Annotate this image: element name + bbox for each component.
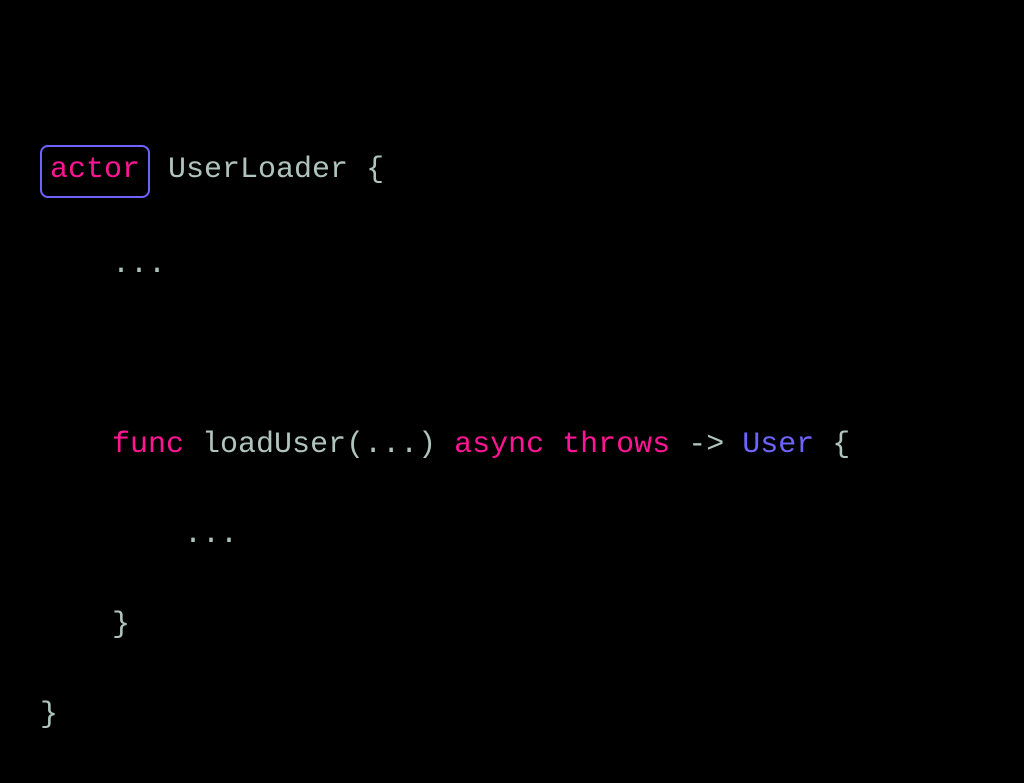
code-line-5: ... xyxy=(40,513,984,558)
keyword-async: async xyxy=(454,428,544,462)
indent xyxy=(40,243,112,288)
space xyxy=(814,428,832,462)
ellipsis: ... xyxy=(112,248,166,282)
brace-close: } xyxy=(40,698,58,732)
method-name: loadUser xyxy=(202,428,346,462)
paren-close: ) xyxy=(418,428,436,462)
space xyxy=(724,428,742,462)
indent xyxy=(40,423,112,468)
code-line-6: } xyxy=(40,603,984,648)
brace-close: } xyxy=(112,608,130,642)
paren-open: ( xyxy=(346,428,364,462)
code-line-1: actor UserLoader { xyxy=(40,145,984,198)
ellipsis: ... xyxy=(184,518,238,552)
space xyxy=(436,428,454,462)
code-block: actor UserLoader { ... func loadUser(...… xyxy=(40,100,984,783)
indent xyxy=(40,513,184,558)
code-line-3-blank xyxy=(40,333,984,378)
brace-open: { xyxy=(832,428,850,462)
brace-open: { xyxy=(366,153,384,187)
code-line-2: ... xyxy=(40,243,984,288)
space xyxy=(184,428,202,462)
params-ellipsis: ... xyxy=(364,428,418,462)
code-line-7: } xyxy=(40,693,984,738)
return-type: User xyxy=(742,428,814,462)
space xyxy=(670,428,688,462)
keyword-actor-highlighted: actor xyxy=(40,145,150,198)
class-name: UserLoader xyxy=(150,153,366,187)
arrow-operator: -> xyxy=(688,428,724,462)
keyword-func: func xyxy=(112,428,184,462)
code-line-4: func loadUser(...) async throws -> User … xyxy=(40,423,984,468)
space xyxy=(544,428,562,462)
keyword-throws: throws xyxy=(562,428,670,462)
indent xyxy=(40,603,112,648)
